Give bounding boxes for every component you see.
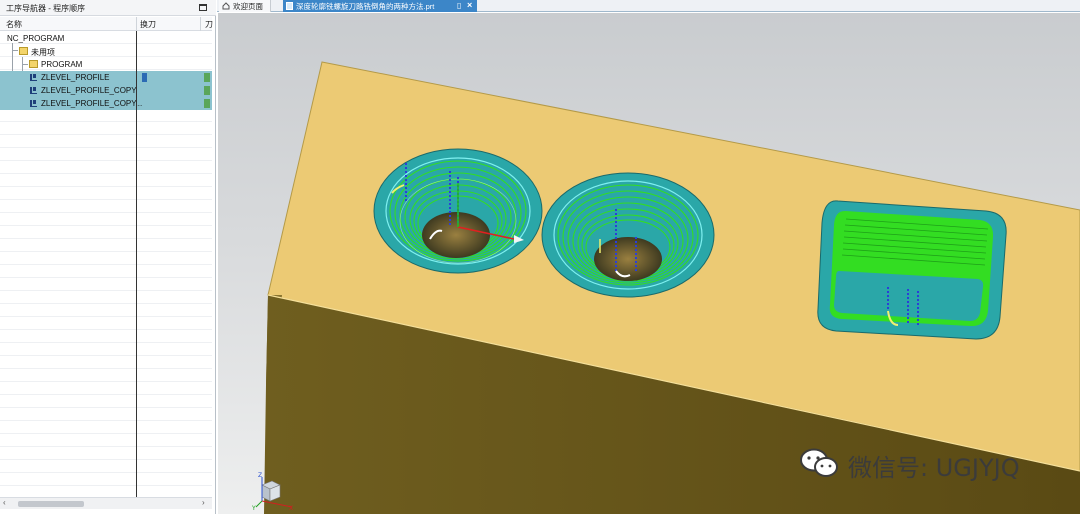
tree-label-operation: ZLEVEL_PROFILE_COPY... xyxy=(41,99,143,108)
scroll-left-icon[interactable]: ‹ xyxy=(3,498,6,507)
status-ok-icon xyxy=(204,86,210,95)
watermark-text: 微信号: UGJYJQ xyxy=(848,454,1020,482)
orientation-triad: Z Y X xyxy=(252,472,293,511)
tree-row-program[interactable]: PROGRAM xyxy=(0,58,212,71)
status-ok-icon xyxy=(204,73,210,82)
column-name[interactable]: 名称 xyxy=(6,19,22,30)
chamfered-hole-1 xyxy=(373,148,543,274)
column-header: 名称 换刀 刀 xyxy=(0,17,213,31)
tree-label-program: PROGRAM xyxy=(41,60,83,69)
tree-row-operation[interactable]: ZLEVEL_PROFILE_COPY xyxy=(0,84,212,97)
maximize-icon[interactable] xyxy=(199,4,207,11)
operation-icon xyxy=(30,100,37,107)
document-tab-bar: 欢迎页面 深度轮廓铣螺旋刀路铣倒角的两种方法.prt ▯ × xyxy=(217,0,1080,12)
tab-label: 欢迎页面 xyxy=(233,2,263,11)
home-icon xyxy=(222,2,230,10)
tree-label-operation: ZLEVEL_PROFILE_COPY xyxy=(41,86,137,95)
navigator-title-bar: 工序导航器 - 程序顺序 xyxy=(0,0,216,16)
tree-label-operation: ZLEVEL_PROFILE xyxy=(41,73,110,82)
wechat-icon xyxy=(800,448,838,477)
column-tool-change[interactable]: 换刀 xyxy=(140,19,156,30)
operation-navigator-panel: 工序导航器 - 程序顺序 名称 换刀 刀 NC_PROGRAM 未用项 PROG… xyxy=(0,0,216,514)
chamfered-hole-2 xyxy=(541,172,715,298)
tree-label-unused: 未用项 xyxy=(31,48,55,57)
operation-icon xyxy=(30,87,37,94)
scrollbar-thumb[interactable] xyxy=(18,501,84,507)
tree-row-unused[interactable]: 未用项 xyxy=(0,45,212,58)
navigator-title: 工序导航器 - 程序顺序 xyxy=(6,4,86,13)
horizontal-scrollbar[interactable]: ‹ › xyxy=(0,497,212,509)
tool-change-icon xyxy=(142,73,147,82)
pin-icon[interactable]: ▯ xyxy=(457,1,461,10)
operation-tree: NC_PROGRAM 未用项 PROGRAM ZLEVEL_PROFILE ZL… xyxy=(0,31,212,496)
close-icon[interactable]: × xyxy=(467,0,472,10)
scroll-right-icon[interactable]: › xyxy=(202,498,205,507)
axis-z-label: Z xyxy=(258,472,262,479)
tab-welcome-page[interactable]: 欢迎页面 xyxy=(219,0,271,12)
tab-part-file[interactable]: 深度轮廓铣螺旋刀路铣倒角的两种方法.prt ▯ × xyxy=(283,0,477,12)
tree-row-operation[interactable]: ZLEVEL_PROFILE_COPY... xyxy=(0,97,212,110)
tab-label: 深度轮廓铣螺旋刀路铣倒角的两种方法.prt xyxy=(296,2,435,11)
operation-icon xyxy=(30,74,37,81)
folder-icon xyxy=(29,60,38,68)
part-icon xyxy=(286,2,293,10)
part-model xyxy=(264,61,1080,514)
column-divider xyxy=(136,31,137,497)
axis-x-label: X xyxy=(289,505,293,511)
wechat-watermark: 微信号: UGJYJQ xyxy=(798,445,1078,482)
folder-icon xyxy=(19,47,28,55)
tree-label-root: NC_PROGRAM xyxy=(7,34,65,43)
graphics-viewport[interactable]: 微信号: UGJYJQ Z Y X xyxy=(218,13,1080,514)
column-tool[interactable]: 刀 xyxy=(205,19,213,30)
axis-y-label: Y xyxy=(252,505,256,511)
status-ok-icon xyxy=(204,99,210,108)
chamfered-pocket xyxy=(817,200,1007,340)
tree-row-operation[interactable]: ZLEVEL_PROFILE xyxy=(0,71,212,84)
tree-row-root[interactable]: NC_PROGRAM xyxy=(0,32,212,45)
